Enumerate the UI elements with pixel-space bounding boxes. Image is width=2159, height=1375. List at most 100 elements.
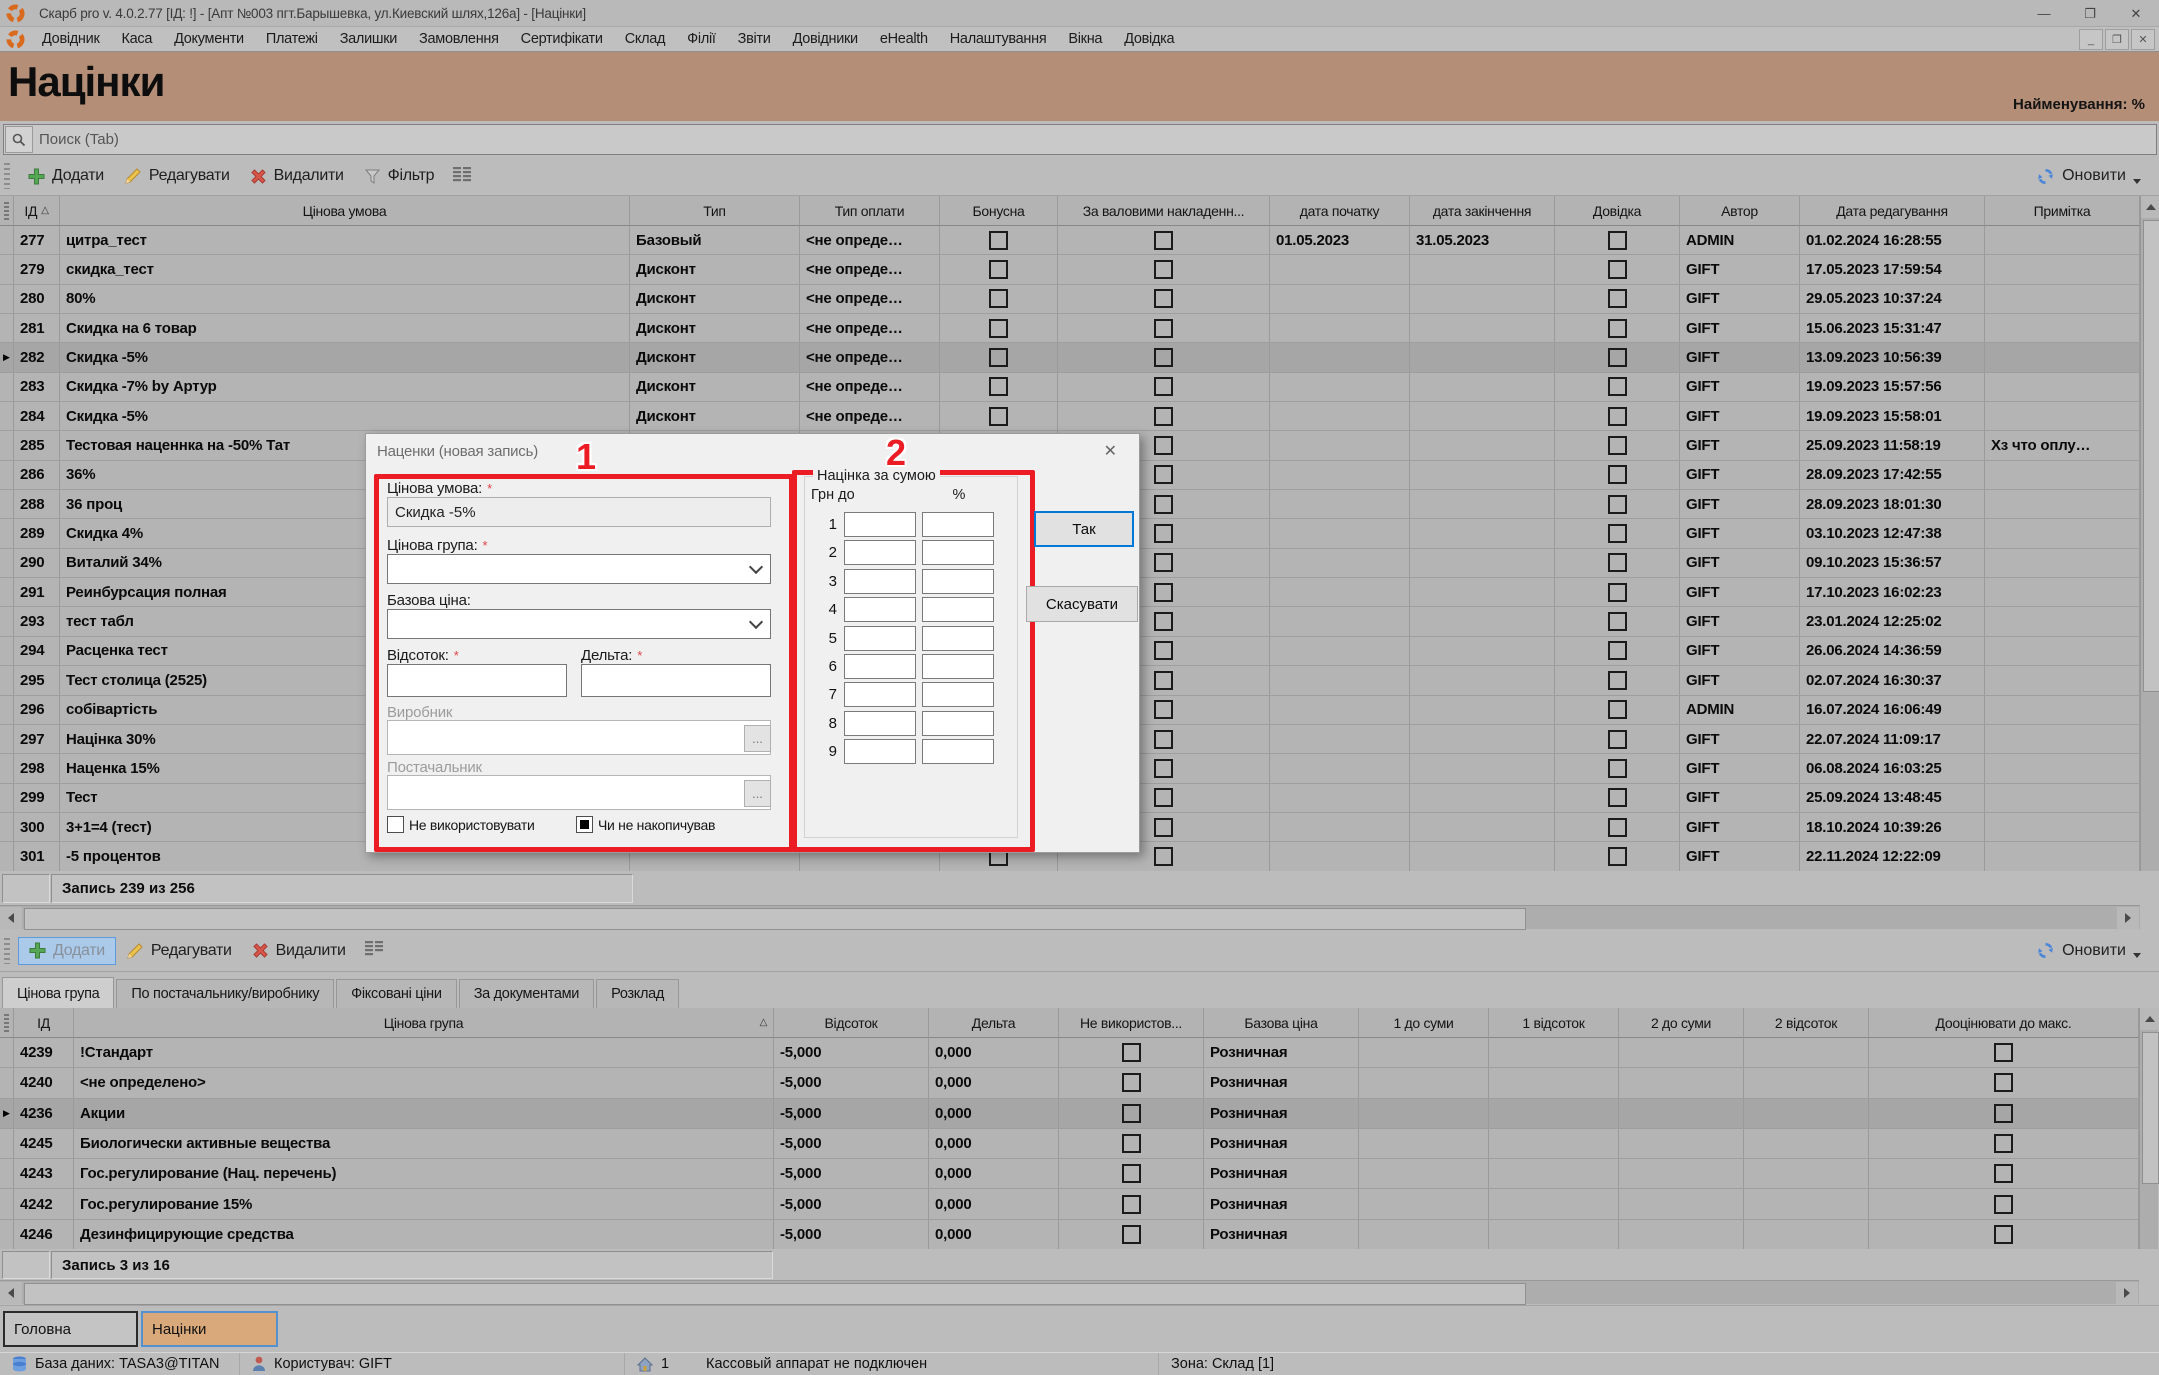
columns-icon-bottom[interactable] (364, 940, 384, 961)
menu-item-5[interactable]: Замовлення (408, 31, 510, 47)
tab-4[interactable]: Розклад (596, 979, 679, 1008)
supplier-field[interactable] (387, 775, 771, 810)
uah-to-field-4[interactable] (844, 597, 916, 622)
table-row[interactable]: 277цитра_тестБазовый<не опреде…01.05.202… (0, 226, 2140, 255)
manufacturer-picker-button[interactable]: ... (744, 725, 771, 752)
column-header-date_start[interactable]: дата початку (1270, 196, 1410, 226)
tab-2[interactable]: Фіксовані ціни (336, 979, 457, 1008)
column-header-group[interactable]: Цінова група△ (74, 1008, 774, 1038)
uah-to-field-5[interactable] (844, 626, 916, 651)
supplier-picker-button[interactable]: ... (744, 780, 771, 807)
cancel-button[interactable]: Скасувати (1026, 586, 1138, 622)
percent-field-6[interactable] (922, 654, 994, 679)
menu-item-14[interactable]: Довідка (1113, 31, 1185, 47)
column-header-p1[interactable]: 1 відсоток (1489, 1008, 1619, 1038)
column-header-p2[interactable]: 2 відсоток (1744, 1008, 1869, 1038)
minimize-button[interactable]: — (2021, 0, 2067, 27)
uah-to-field-6[interactable] (844, 654, 916, 679)
uah-to-field-7[interactable] (844, 682, 916, 707)
scroll-left-icon[interactable] (0, 907, 22, 929)
hscroll-thumb[interactable] (24, 908, 1526, 930)
column-header-author[interactable]: Автор (1680, 196, 1800, 226)
filter-button[interactable]: Фільтр (354, 163, 445, 189)
not-use-checkbox[interactable] (387, 816, 404, 833)
table-row[interactable]: 283Скидка -7% by АртурДисконт<не опреде…… (0, 373, 2140, 402)
table-row[interactable]: 4246Дезинфицирующие средства-5,0000,000Р… (0, 1220, 2139, 1250)
main-table-vscrollbar[interactable] (2140, 196, 2159, 905)
refresh-button-bottom[interactable]: Оновити (2036, 941, 2141, 960)
menu-item-10[interactable]: Довідники (782, 31, 869, 47)
toolbar-grip[interactable] (4, 163, 10, 189)
percent-field-8[interactable] (922, 711, 994, 736)
column-header-note[interactable]: Примітка (1985, 196, 2140, 226)
percent-field-7[interactable] (922, 682, 994, 707)
table-row[interactable]: ▶282Скидка -5%Дисконт<не опреде…GIFT13.0… (0, 343, 2140, 372)
tab-0[interactable]: Цінова група (2, 977, 114, 1008)
scroll-up-icon[interactable] (2141, 196, 2159, 218)
scroll-left-icon[interactable] (0, 1282, 22, 1304)
menu-item-0[interactable]: Довідник (31, 31, 110, 47)
edit-button-bottom[interactable]: Редагувати (116, 938, 242, 964)
table-row[interactable]: 284Скидка -5%Дисконт<не опреде…GIFT19.09… (0, 402, 2140, 431)
main-table-hscrollbar[interactable] (0, 905, 2140, 929)
table-row[interactable]: ▶4236Акции-5,0000,000Розничная (0, 1099, 2139, 1129)
delete-button[interactable]: Видалити (240, 163, 354, 189)
menu-item-8[interactable]: Філії (676, 31, 726, 47)
base-price-combobox[interactable] (387, 609, 771, 639)
column-header-gross[interactable]: За валовими накладенн... (1058, 196, 1270, 226)
column-header-type[interactable]: Тип (630, 196, 800, 226)
bottom-table-vscrollbar[interactable] (2139, 1008, 2158, 1280)
menu-item-13[interactable]: Вікна (1057, 31, 1113, 47)
scroll-right-icon[interactable] (2117, 907, 2139, 929)
column-header-pay[interactable]: Тип оплати (800, 196, 940, 226)
menu-item-2[interactable]: Документи (163, 31, 255, 47)
column-header-s1[interactable]: 1 до суми (1359, 1008, 1489, 1038)
tab-3[interactable]: За документами (459, 979, 594, 1008)
uah-to-field-3[interactable] (844, 569, 916, 594)
menu-item-3[interactable]: Платежі (255, 31, 329, 47)
column-header-delta[interactable]: Дельта (929, 1008, 1059, 1038)
toolbar-grip-bottom[interactable] (4, 938, 10, 964)
ok-button[interactable]: Так (1034, 511, 1134, 547)
column-header-base[interactable]: Базова ціна (1204, 1008, 1359, 1038)
add-button[interactable]: Додати (18, 163, 114, 189)
menu-item-12[interactable]: Налаштування (939, 31, 1058, 47)
uah-to-field-2[interactable] (844, 540, 916, 565)
menu-item-1[interactable]: Каса (110, 31, 163, 47)
column-header-id[interactable]: ІД (14, 1008, 74, 1038)
column-header-percent[interactable]: Відсоток (774, 1008, 929, 1038)
refresh-button-top[interactable]: Оновити (2036, 167, 2141, 186)
window-tab-markups[interactable]: Націнки (141, 1311, 278, 1347)
column-header-edited[interactable]: Дата редагування (1800, 196, 1985, 226)
table-row[interactable]: 4239!Стандарт-5,0000,000Розничная (0, 1038, 2139, 1068)
manufacturer-field[interactable] (387, 720, 771, 755)
table-row[interactable]: 281Скидка на 6 товарДисконт<не опреде…GI… (0, 314, 2140, 343)
vscroll-thumb[interactable] (2143, 220, 2159, 692)
vscroll-thumb[interactable] (2142, 1032, 2159, 1184)
column-header-nouse[interactable]: Не використов... (1059, 1008, 1204, 1038)
search-box[interactable] (3, 124, 2157, 155)
table-row[interactable]: 4242Гос.регулирование 15%-5,0000,000Розн… (0, 1189, 2139, 1219)
menu-item-7[interactable]: Склад (614, 31, 676, 47)
column-header-ref[interactable]: Довідка (1555, 196, 1680, 226)
search-input[interactable] (33, 130, 2156, 149)
delta-field[interactable] (581, 664, 771, 697)
price-condition-field[interactable]: Скидка -5% (387, 497, 771, 527)
scroll-right-icon[interactable] (2116, 1282, 2138, 1304)
edit-button[interactable]: Редагувати (114, 163, 240, 189)
menu-item-11[interactable]: eHealth (869, 31, 939, 47)
menu-item-6[interactable]: Сертифікати (510, 31, 614, 47)
percent-field-5[interactable] (922, 626, 994, 651)
column-header-id[interactable]: ІД△ (14, 196, 60, 226)
price-group-combobox[interactable] (387, 554, 771, 584)
mdi-restore-button[interactable]: ❐ (2105, 29, 2129, 50)
add-button-bottom[interactable]: Додати (18, 937, 116, 965)
dialog-close-icon[interactable]: ✕ (1104, 441, 1117, 461)
scroll-up-icon[interactable] (2140, 1008, 2159, 1030)
close-button[interactable]: ✕ (2113, 0, 2159, 27)
column-header-s2[interactable]: 2 до суми (1619, 1008, 1744, 1038)
percent-field-9[interactable] (922, 739, 994, 764)
table-row[interactable]: 279скидка_тестДисконт<не опреде…GIFT17.0… (0, 255, 2140, 284)
menu-item-9[interactable]: Звіти (727, 31, 782, 47)
table-row[interactable]: 4243Гос.регулирование (Нац. перечень)-5,… (0, 1159, 2139, 1189)
